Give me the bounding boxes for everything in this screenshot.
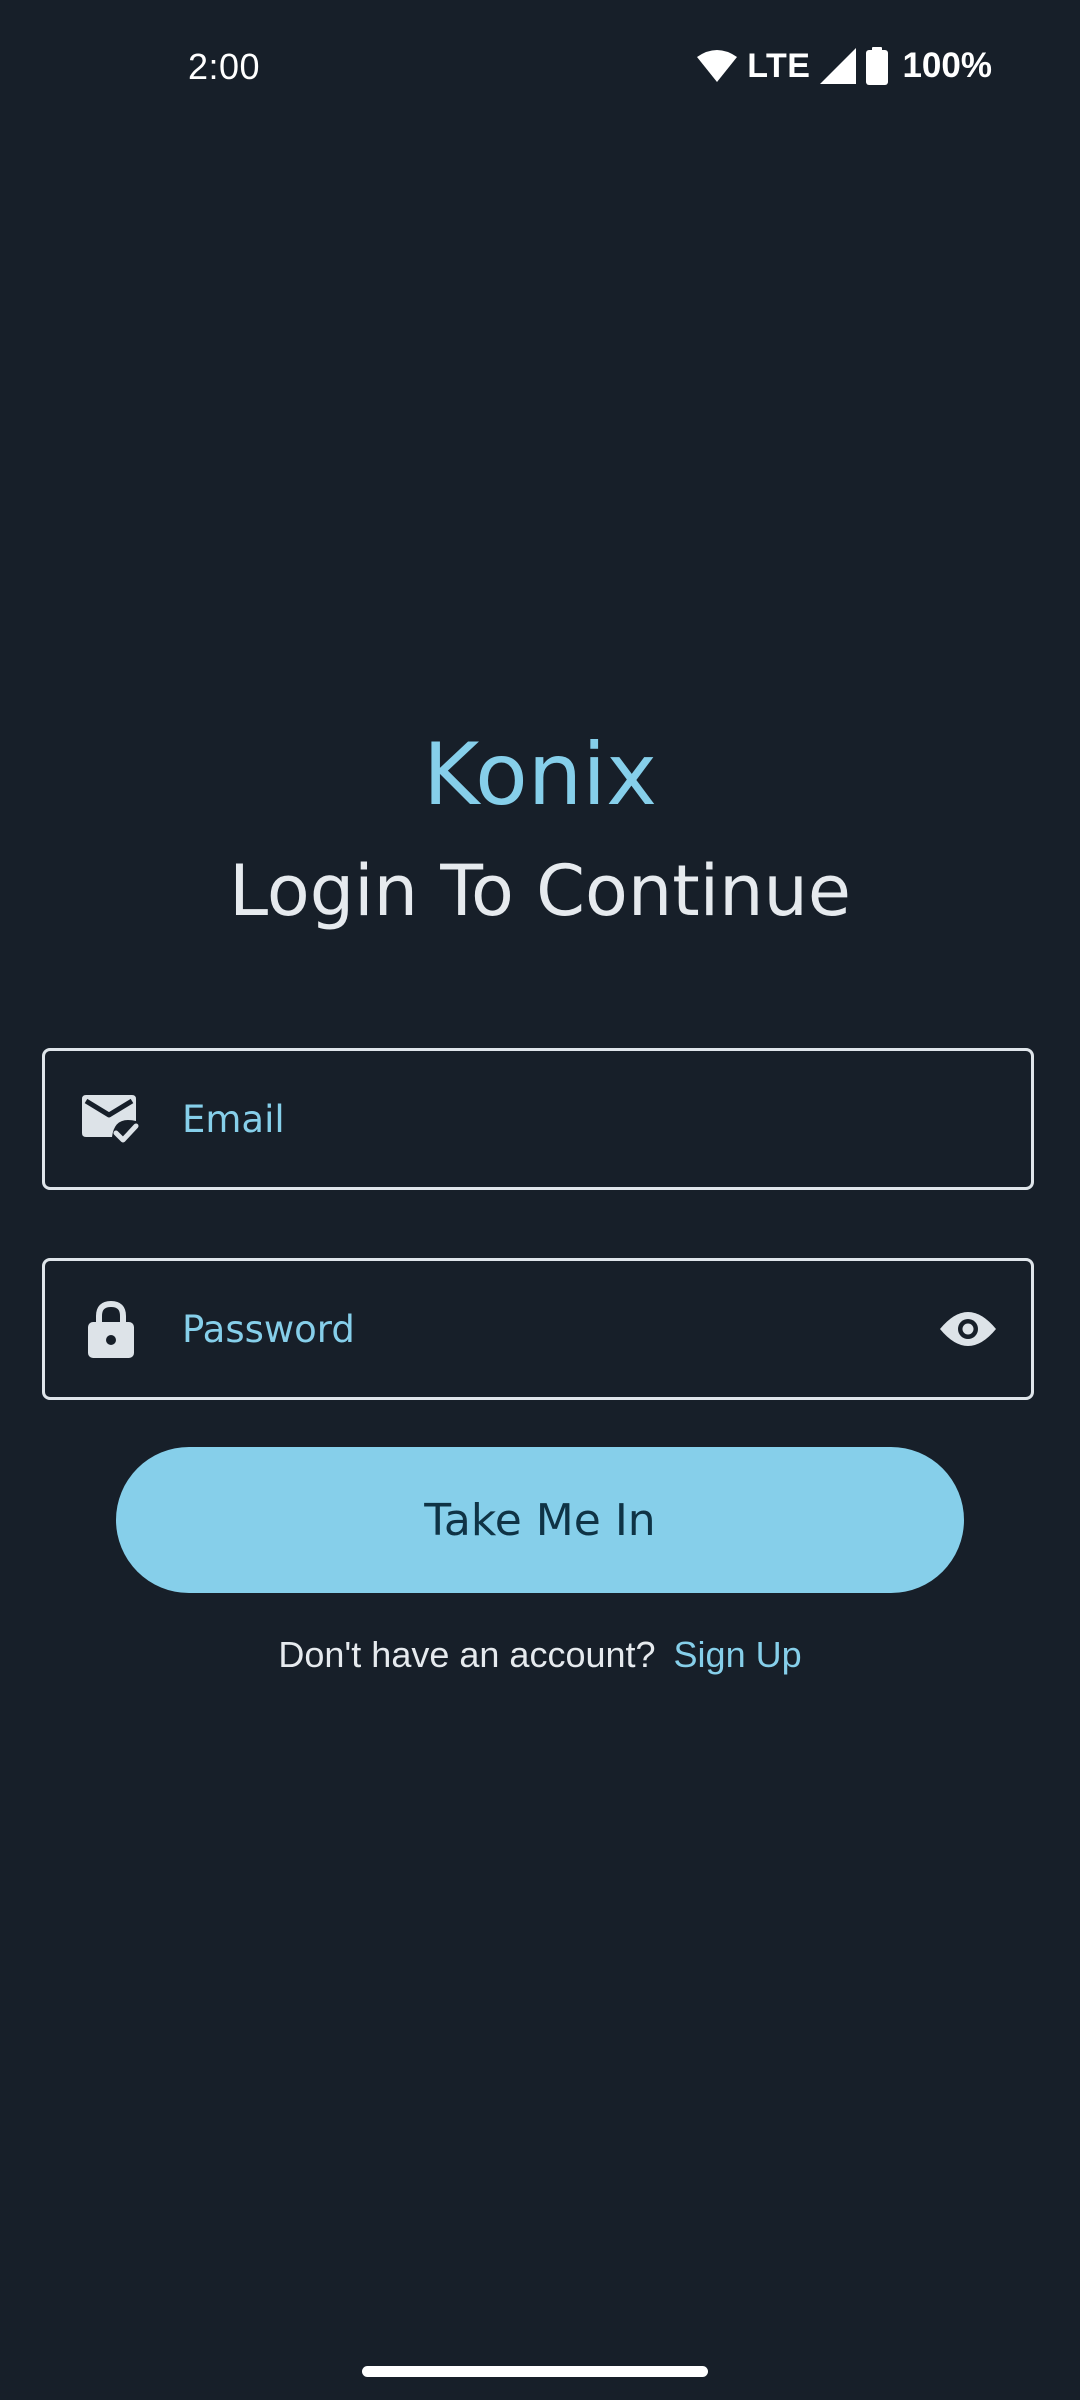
lock-icon <box>81 1299 141 1359</box>
sign-up-link[interactable]: Sign Up <box>674 1634 802 1675</box>
visibility-eye-icon[interactable] <box>935 1296 1001 1362</box>
status-bar: 2:00 LTE 100% <box>0 0 1080 135</box>
battery-level: 100% <box>902 46 992 85</box>
app-title: Konix <box>422 725 658 825</box>
battery-icon <box>866 47 889 85</box>
signup-row: Don't have an account? Sign Up <box>0 1634 1080 1676</box>
password-input[interactable] <box>180 1261 911 1397</box>
home-indicator[interactable] <box>362 2366 708 2377</box>
status-time: 2:00 <box>188 46 261 87</box>
mark-email-read-icon <box>81 1089 141 1149</box>
signup-prompt: Don't have an account? <box>278 1634 656 1675</box>
take-me-in-button[interactable]: Take Me In <box>116 1447 964 1593</box>
wifi-icon <box>697 49 738 83</box>
status-indicators: LTE 100% <box>697 44 992 88</box>
page-subtitle: Login To Continue <box>229 850 851 932</box>
password-field-container[interactable] <box>42 1258 1034 1400</box>
cellular-signal-icon <box>820 48 857 84</box>
network-type: LTE <box>747 46 811 85</box>
login-screen: 2:00 LTE 100% Konix Login To Continue Em… <box>0 0 1080 2400</box>
email-field-container[interactable] <box>42 1048 1034 1190</box>
email-input[interactable] <box>180 1051 911 1187</box>
